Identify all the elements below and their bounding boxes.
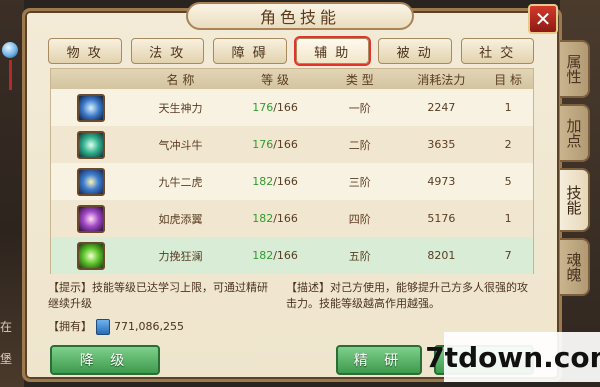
blue-spirit-skill-icon[interactable] (76, 93, 105, 122)
green-burst-skill-icon[interactable] (76, 241, 105, 270)
side-tab-bar: 属性 加点 技能 魂魄 (560, 40, 592, 302)
skill-type: 三阶 (348, 175, 371, 189)
skill-name: 天生神力 (158, 101, 203, 115)
skill-cost: 3635 (427, 138, 456, 151)
downgrade-button[interactable]: 降 级 (50, 345, 160, 375)
category-support[interactable]: 辅 助 (295, 38, 369, 64)
header-level: 等 级 (261, 72, 289, 87)
refine-button[interactable]: 精 研 (336, 345, 422, 375)
table-row-selected[interactable]: 力挽狂澜 182/166 五阶 8201 7 (51, 237, 533, 274)
skill-book-icon (96, 319, 110, 335)
header-name: 名 称 (166, 72, 195, 87)
watermark: 7tdown.com (425, 332, 600, 382)
crystal-orb-icon (2, 42, 18, 58)
skill-level: 182/166 (252, 249, 298, 262)
skill-target: 2 (504, 138, 512, 151)
owned-label: 【拥有】 (48, 320, 92, 333)
background-text: 在 (0, 320, 13, 334)
skill-level: 182/166 (252, 212, 298, 225)
table-row[interactable]: 天生神力 176/166 一阶 2247 1 (51, 89, 533, 126)
table-row[interactable]: 气冲斗牛 176/166 二阶 3635 2 (51, 126, 533, 163)
skill-name: 如虎添翼 (158, 212, 203, 226)
skill-target: 1 (504, 101, 512, 114)
header-cost: 消耗法力 (417, 72, 466, 87)
category-magic-attack[interactable]: 法 攻 (130, 38, 204, 64)
skill-target: 1 (504, 212, 512, 225)
skill-target: 7 (504, 249, 512, 262)
purple-vortex-skill-icon[interactable] (76, 204, 105, 233)
skill-cost: 5176 (427, 212, 456, 225)
table-row[interactable]: 如虎添翼 182/166 四阶 5176 1 (51, 200, 533, 237)
skill-description: 【描述】对己方使用，能够提升己方多人很强的攻击力。技能等级越高作用越强。 (286, 281, 528, 310)
skill-level: 176/166 (252, 101, 298, 114)
skill-level: 182/166 (252, 175, 298, 188)
skill-cost: 8201 (427, 249, 456, 262)
category-physical-attack[interactable]: 物 攻 (48, 38, 122, 64)
skill-name: 气冲斗牛 (158, 138, 203, 152)
tab-add-points[interactable]: 加点 (560, 104, 590, 162)
tip-text: 【提示】技能等级已达学习上限，可通过精研继续升级 (48, 281, 268, 310)
owned-resource: 【拥有】 771,086,255 (48, 319, 184, 335)
category-obstacle[interactable]: 障 碍 (213, 38, 287, 64)
skill-table: 名 称 等 级 类 型 消耗法力 目 标 天生神力 176/166 一阶 224… (50, 68, 534, 274)
table-row[interactable]: 九牛二虎 182/166 三阶 4973 5 (51, 163, 533, 200)
tab-skills[interactable]: 技能 (560, 168, 590, 232)
skill-target: 5 (504, 175, 512, 188)
skill-name: 力挽狂澜 (158, 249, 203, 263)
skill-name: 九牛二虎 (158, 175, 203, 189)
skill-type: 一阶 (348, 101, 371, 115)
tab-soul[interactable]: 魂魄 (560, 238, 590, 296)
skill-category-tabs: 物 攻 法 攻 障 碍 辅 助 被 动 社 交 (48, 38, 534, 64)
panel-title: 角色技能 (186, 2, 414, 30)
skill-level: 176/166 (252, 138, 298, 151)
category-social[interactable]: 社 交 (460, 38, 534, 64)
skill-type: 二阶 (348, 138, 371, 152)
background-text: 堡 (0, 352, 13, 366)
category-passive[interactable]: 被 动 (378, 38, 452, 64)
skill-cost: 2247 (427, 101, 456, 114)
owned-value: 771,086,255 (114, 320, 184, 333)
skill-cost: 4973 (427, 175, 456, 188)
table-header: 名 称 等 级 类 型 消耗法力 目 标 (51, 69, 533, 89)
skill-type: 五阶 (348, 249, 371, 263)
close-button[interactable]: ✕ (528, 4, 558, 34)
golden-flame-skill-icon[interactable] (76, 167, 105, 196)
game-background-left: 在 堡 (0, 0, 24, 387)
tab-attributes[interactable]: 属性 (560, 40, 590, 98)
header-target: 目 标 (494, 72, 523, 87)
skill-type: 四阶 (348, 212, 371, 226)
red-tassel-icon (9, 60, 12, 90)
teal-aura-skill-icon[interactable] (76, 130, 105, 159)
header-type: 类 型 (345, 72, 374, 87)
